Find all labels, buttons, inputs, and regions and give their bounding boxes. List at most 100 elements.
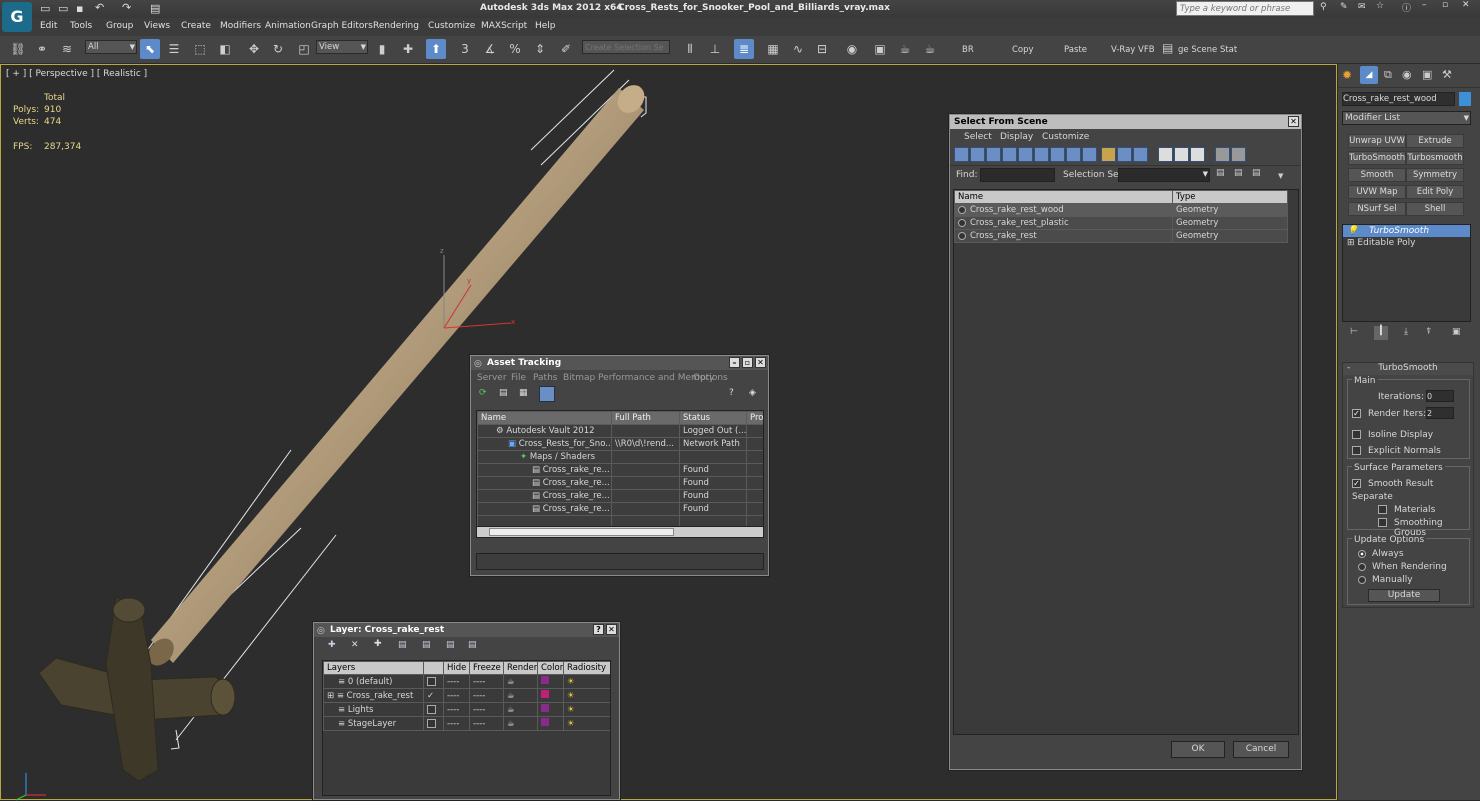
menu-views[interactable]: Views xyxy=(144,21,170,31)
cancel-button[interactable]: Cancel xyxy=(1233,741,1289,758)
schematic-view-icon[interactable]: ⊟ xyxy=(812,39,832,59)
display-geometry-icon[interactable] xyxy=(954,147,969,162)
hide-all-icon[interactable]: ▤ xyxy=(446,640,455,650)
close-button[interactable]: ✕ xyxy=(1462,0,1470,10)
iterations-spinner[interactable] xyxy=(1426,390,1454,402)
radiosity-icon[interactable]: ☀ xyxy=(563,688,610,703)
menu-tools[interactable]: Tools xyxy=(70,21,92,31)
minimize-button[interactable]: – xyxy=(729,357,740,368)
render-iters-spinner[interactable] xyxy=(1426,407,1454,419)
copy-button[interactable]: Copy xyxy=(1012,45,1034,55)
at-menu-options[interactable]: Options xyxy=(693,373,728,383)
table-row[interactable]: ▤ Cross_rake_re... Found xyxy=(477,476,763,490)
layer-color-swatch[interactable] xyxy=(541,676,549,684)
sfs-menu-select[interactable]: Select xyxy=(964,132,992,142)
table-row[interactable]: Cross_rake_rest_plastic Geometry xyxy=(954,216,1288,230)
radiosity-icon[interactable]: ☀ xyxy=(563,716,610,731)
at-menu-paths[interactable]: Paths xyxy=(533,373,557,383)
named-selection-input[interactable] xyxy=(582,40,670,54)
current-layer-checkbox[interactable] xyxy=(427,704,436,714)
stack-item-turbosmooth[interactable]: 💡 TurboSmooth xyxy=(1343,225,1470,237)
uvw-map-button[interactable]: UVW Map xyxy=(1348,185,1406,199)
pin-stack-icon[interactable]: ⊢ xyxy=(1350,327,1358,337)
radiosity-icon[interactable]: ☀ xyxy=(563,674,610,689)
graphite-tools-icon[interactable]: ▦ xyxy=(763,39,783,59)
freeze-toggle[interactable]: ---- xyxy=(469,716,504,731)
freeze-toggle[interactable]: ---- xyxy=(469,702,504,717)
curve-editor-icon[interactable]: ∿ xyxy=(788,39,808,59)
layer-row[interactable]: ≡ StageLayer ---- ---- ☕ ☀ xyxy=(323,716,610,731)
save-set-icon[interactable]: ▤ xyxy=(1216,168,1225,178)
create-tab-icon[interactable]: ✹ xyxy=(1342,68,1352,82)
sfs-menu-display[interactable]: Display xyxy=(1000,132,1033,142)
keyboard-shortcut-override-icon[interactable]: ⬆ xyxy=(426,39,446,59)
menu-maxscript[interactable]: MAXScript xyxy=(481,21,527,31)
column-layers[interactable]: Layers xyxy=(323,661,424,675)
highlight-layer-icon[interactable]: ▤ xyxy=(422,640,431,650)
menu-rendering[interactable]: Rendering xyxy=(373,21,419,31)
scene-states-button[interactable]: ge Scene Stat xyxy=(1178,45,1237,55)
hierarchy-tab-icon[interactable]: ⧉ xyxy=(1384,68,1392,82)
table-row[interactable]: Cross_rake_rest_wood Geometry xyxy=(954,203,1288,217)
menu-help[interactable]: Help xyxy=(535,21,556,31)
current-layer-checkbox[interactable] xyxy=(427,676,436,686)
select-object-icon[interactable]: ⬉ xyxy=(140,39,160,59)
render-production-icon[interactable]: ☕ xyxy=(920,39,940,59)
display-frozen-icon[interactable] xyxy=(1116,147,1132,162)
select-manipulate-icon[interactable]: ✚ xyxy=(398,39,418,59)
help-button[interactable]: ? xyxy=(593,624,604,635)
edit-poly-button[interactable]: Edit Poly xyxy=(1406,185,1464,199)
app-logo-icon[interactable]: G xyxy=(2,2,32,32)
display-spacewarps-icon[interactable] xyxy=(1034,147,1049,162)
display-tab-icon[interactable]: ▣ xyxy=(1422,68,1432,81)
utilities-tab-icon[interactable]: ⚒ xyxy=(1442,68,1452,81)
edit-named-selection-icon[interactable]: ✐ xyxy=(556,39,576,59)
paste-button[interactable]: Paste xyxy=(1064,45,1087,55)
undo-icon[interactable]: ↶ xyxy=(95,1,104,14)
column-radiosity[interactable]: Radiosity xyxy=(563,661,610,675)
delete-layer-icon[interactable]: ✕ xyxy=(351,640,359,650)
table-row[interactable]: ⚙ Autodesk Vault 2012 Logged Out (... xyxy=(477,424,763,438)
column-pro[interactable]: Pro xyxy=(746,411,763,425)
remove-modifier-icon[interactable]: ⍒ xyxy=(1426,327,1431,337)
materials-checkbox[interactable] xyxy=(1378,505,1387,514)
always-radio[interactable] xyxy=(1358,549,1366,558)
table-view-icon[interactable] xyxy=(539,386,555,402)
freeze-toggle[interactable]: ---- xyxy=(469,674,504,689)
rectangular-selection-icon[interactable]: ⬚ xyxy=(190,39,210,59)
layer-color-swatch[interactable] xyxy=(541,704,549,712)
render-teapot-icon[interactable]: ☕ xyxy=(503,674,538,689)
subscription-icon[interactable]: ✎ xyxy=(1340,2,1348,12)
project-folder-icon[interactable]: ▤ xyxy=(150,2,160,15)
filter-icon[interactable] xyxy=(1214,147,1230,162)
layer-color-swatch[interactable] xyxy=(541,718,549,726)
update-button[interactable]: Update xyxy=(1368,589,1440,602)
render-teapot-icon[interactable]: ☕ xyxy=(503,702,538,717)
layer-row[interactable]: ≡ Lights ---- ---- ☕ ☀ xyxy=(323,702,610,717)
hide-toggle[interactable]: ---- xyxy=(443,716,470,731)
shell-button[interactable]: Shell xyxy=(1406,202,1464,216)
table-row[interactable]: ✦ Maps / Shaders xyxy=(477,450,763,464)
maximize-button[interactable]: ▫ xyxy=(742,357,753,368)
column-type[interactable]: Type xyxy=(1172,190,1288,204)
display-shapes-icon[interactable] xyxy=(970,147,985,162)
freeze-all-icon[interactable]: ▤ xyxy=(468,640,477,650)
layer-color-swatch[interactable] xyxy=(541,690,549,698)
quick-access-save-icon[interactable]: ▪ xyxy=(76,2,83,15)
help-icon[interactable]: ⓘ xyxy=(1402,1,1411,14)
smooth-button[interactable]: Smooth xyxy=(1348,168,1406,182)
remove-set-icon[interactable]: ▤ xyxy=(1252,168,1261,178)
turbosmooth-button[interactable]: TurboSmooth xyxy=(1348,151,1406,165)
bind-spacewarp-icon[interactable]: ≋ xyxy=(57,39,77,59)
turbosmooth-button-2[interactable]: Turbosmooth xyxy=(1406,151,1464,165)
modify-tab-icon[interactable]: ◢ xyxy=(1360,66,1378,84)
scrollbar-thumb[interactable] xyxy=(489,528,674,536)
current-layer-checkbox[interactable] xyxy=(427,718,436,728)
quick-access-new-icon[interactable]: ▭ xyxy=(40,2,50,15)
selection-filter-dropdown[interactable]: All ▼ xyxy=(85,40,137,54)
horizontal-scrollbar[interactable] xyxy=(477,526,763,537)
column-name[interactable]: Name xyxy=(954,190,1173,204)
expand-icon[interactable]: ⊞ xyxy=(327,691,337,701)
quick-access-open-icon[interactable]: ▭ xyxy=(58,2,68,15)
display-containers-icon[interactable] xyxy=(1100,147,1116,162)
